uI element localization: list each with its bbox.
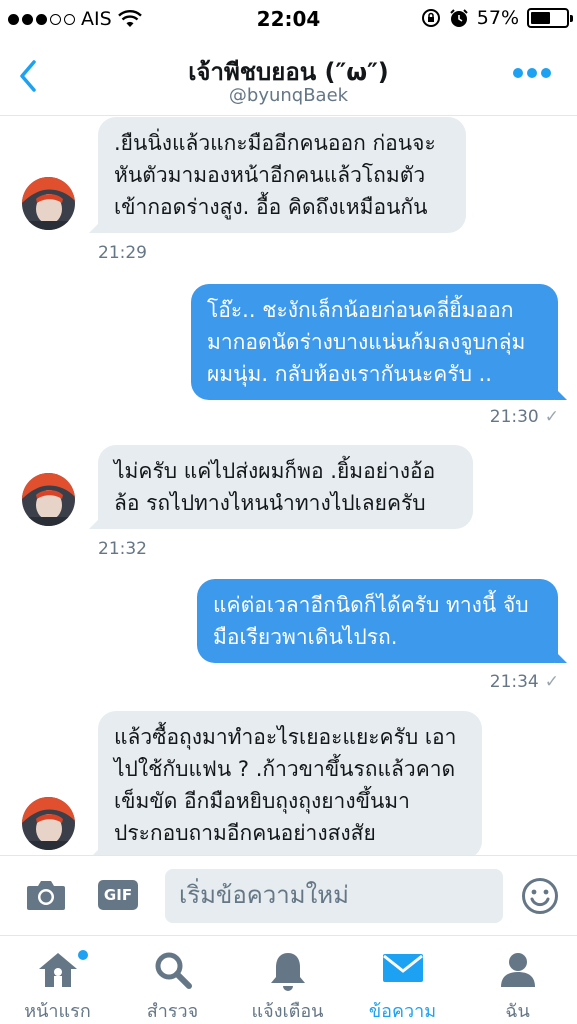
emoji-icon[interactable] [521,877,559,915]
status-right: 57% [421,7,573,29]
message-timestamp-row: 21:30 ✓ [490,407,559,427]
tab-messages[interactable]: ข้อความ [345,936,460,1024]
message-timestamp-row: 21:34 ✓ [490,672,559,692]
conversation-header: เจ้าพีชบยอน (″ω″) @byunqBaek [0,40,577,116]
message-timestamp: 21:29 [98,243,147,263]
search-icon [155,952,192,989]
message-timestamp: 21:30 [489,407,539,427]
tab-notifications[interactable]: แจ้งเตือน [230,936,345,1024]
bell-icon [270,953,305,991]
message-timestamp: 21:34 [489,672,539,692]
battery-percent: 57% [476,7,519,29]
battery-icon [527,8,573,28]
message-thread[interactable]: .ยืนนิ่งแล้วแกะมืออีกคนออก ก่อนจะหันตัวม… [0,117,577,855]
home-icon [38,953,77,987]
avatar[interactable] [22,473,75,526]
incoming-message-bubble[interactable]: .ยืนนิ่งแล้วแกะมืออีกคนออก ก่อนจะหันตัวม… [89,117,466,233]
tab-label: ฉัน [505,1001,530,1022]
sent-check-icon: ✓ [544,672,559,692]
sent-check-icon: ✓ [544,407,559,427]
gif-icon[interactable]: GIF [98,880,138,910]
incoming-message-bubble[interactable]: ไม่ครับ แค่ไปส่งผมก็พอ .ยิ้มอย่างอ้อล้อ … [89,445,473,529]
tab-label: แจ้งเตือน [251,1001,324,1022]
tab-me[interactable]: ฉัน [460,936,575,1024]
camera-icon[interactable] [26,878,66,912]
avatar[interactable] [22,797,75,850]
message-composer: GIF [0,855,577,935]
more-options-icon[interactable] [513,68,551,78]
tab-explore[interactable]: สำรวจ [115,936,230,1024]
profile-icon [500,953,535,987]
tab-bar: หน้าแรก สำรวจ แจ้งเตือน ข้อความ ฉัน [0,935,577,1024]
status-bar: AIS 22:04 57% [0,0,577,40]
outgoing-message-bubble[interactable]: โอ๊ะ.. ชะงักเล็กน้อยก่อนคลี่ยิ้มออกมากอด… [191,284,567,400]
tab-label: หน้าแรก [24,1001,91,1022]
alarm-icon [450,9,468,27]
outgoing-message-bubble[interactable]: แค่ต่อเวลาอีกนิดก็ได้ครับ ทางนี้ จับมือเ… [197,579,567,663]
contact-handle: @byunqBaek [228,85,349,106]
message-input[interactable] [165,869,503,923]
message-timestamp: 21:32 [98,539,147,559]
tab-label: สำรวจ [146,1001,199,1022]
incoming-message-bubble[interactable]: แล้วซื้อถุงมาทำอะไรเยอะแยะครับ เอาไปใช้ก… [89,711,482,855]
tab-label: ข้อความ [368,1001,437,1022]
tab-home[interactable]: หน้าแรก [0,936,115,1024]
new-indicator-dot [78,950,88,960]
rotation-lock-icon [421,9,440,27]
envelope-icon [382,954,423,982]
avatar[interactable] [22,177,75,230]
